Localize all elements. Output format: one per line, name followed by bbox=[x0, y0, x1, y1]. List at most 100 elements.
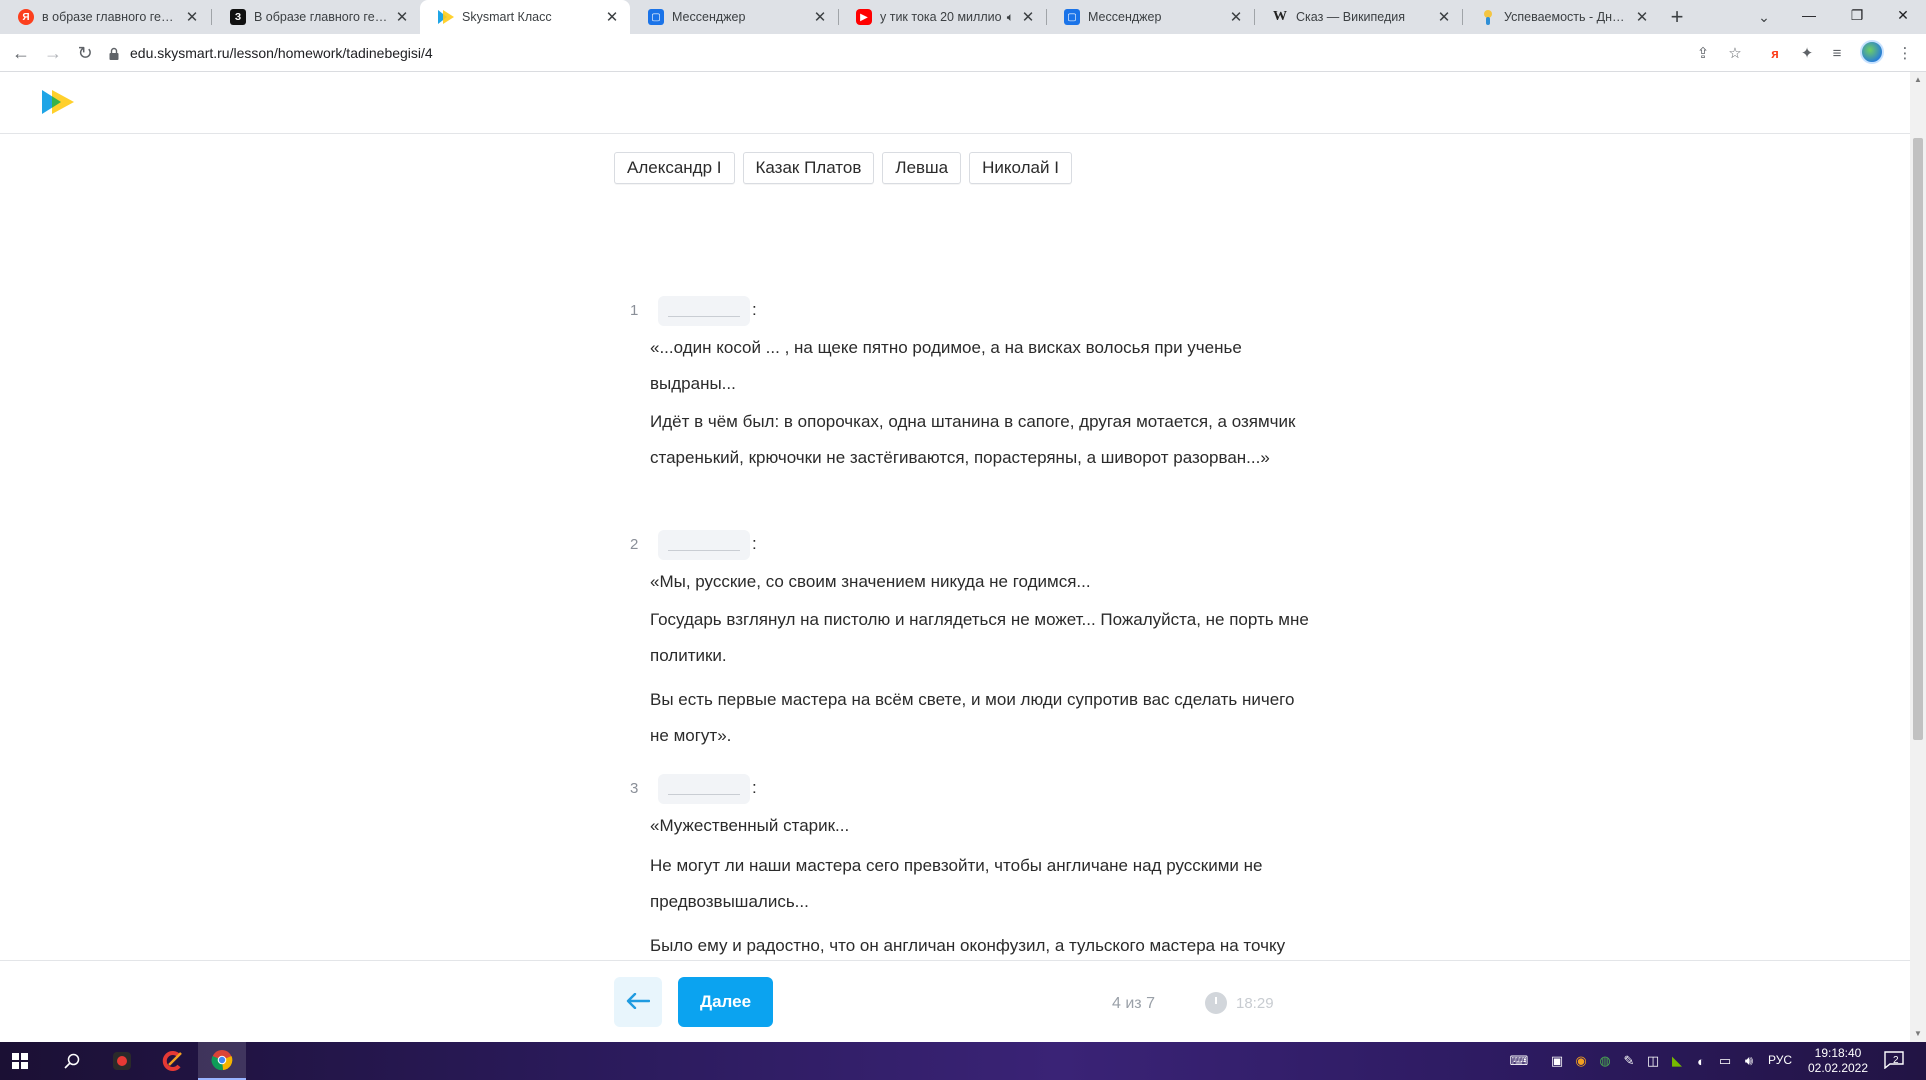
skysmart-icon bbox=[438, 9, 454, 25]
recorder-app-icon[interactable] bbox=[98, 1042, 146, 1080]
reload-icon[interactable]: ↻ bbox=[72, 41, 98, 65]
speaker-icon[interactable]: 🔈︎ bbox=[1007, 10, 1014, 25]
quote-paragraph: Идёт в чём был: в опорочках, одна штанин… bbox=[650, 412, 1296, 467]
restore-button[interactable]: ❐ bbox=[1834, 0, 1880, 30]
question-colon: : bbox=[752, 534, 757, 553]
extensions-icon[interactable]: ✦ bbox=[1796, 43, 1818, 63]
quote-paragraph: «Мужественный старик... bbox=[650, 816, 850, 835]
notification-icon[interactable]: 2 bbox=[1884, 1051, 1908, 1071]
browser-tab-strip: Я в образе главного героя ✕ З В образе г… bbox=[0, 0, 1926, 34]
browser-tab[interactable]: ▶ у тик тока 20 миллио 🔈︎ ✕ bbox=[838, 0, 1046, 34]
star-icon[interactable]: ☆ bbox=[1724, 43, 1746, 63]
browser-tab[interactable]: W Сказ — Википедия ✕ bbox=[1254, 0, 1462, 34]
minimize-button[interactable]: — bbox=[1786, 0, 1832, 30]
chrome-tray-icon[interactable]: ◍ bbox=[1596, 1052, 1614, 1070]
reading-list-icon[interactable]: ≡ bbox=[1826, 43, 1848, 63]
page-scrollbar[interactable]: ▲ ▼ bbox=[1910, 72, 1926, 1042]
question-colon: : bbox=[752, 300, 757, 319]
tray-app-icon[interactable]: ▣ bbox=[1548, 1052, 1566, 1070]
address-bar[interactable]: edu.skysmart.ru/lesson/homework/tadinebe… bbox=[108, 39, 1748, 67]
tab-title: Skysmart Класс bbox=[462, 10, 552, 24]
quote-paragraph: Государь взглянул на пистолю и наглядеть… bbox=[650, 610, 1309, 665]
scroll-down-icon[interactable]: ▼ bbox=[1914, 1030, 1922, 1038]
answer-drop-slot[interactable] bbox=[658, 774, 750, 804]
close-icon[interactable]: ✕ bbox=[1436, 9, 1452, 26]
close-icon[interactable]: ✕ bbox=[1020, 9, 1036, 26]
avast-icon[interactable]: ◉ bbox=[1572, 1052, 1590, 1070]
browser-tab-active[interactable]: Skysmart Класс ✕ bbox=[420, 0, 630, 34]
previous-button[interactable] bbox=[614, 977, 662, 1027]
diary-icon bbox=[1480, 9, 1496, 25]
question-number: 2 bbox=[630, 536, 639, 553]
url-text: edu.skysmart.ru/lesson/homework/tadinebe… bbox=[130, 45, 433, 61]
browser-tab[interactable]: З В образе главного героя ✕ bbox=[212, 0, 420, 34]
word-chip[interactable]: Александр I bbox=[614, 152, 735, 184]
close-window-button[interactable]: ✕ bbox=[1880, 0, 1926, 30]
close-icon[interactable]: ✕ bbox=[1634, 9, 1650, 26]
z-icon: З bbox=[230, 9, 246, 25]
word-chip[interactable]: Николай I bbox=[969, 152, 1072, 184]
ccleaner-app-icon[interactable] bbox=[148, 1042, 196, 1080]
new-tab-button[interactable]: + bbox=[1664, 4, 1690, 29]
tray-box-icon[interactable]: ◫ bbox=[1644, 1052, 1662, 1070]
keyboard-icon[interactable]: ⌨ bbox=[1510, 1052, 1529, 1070]
tab-title: Мессенджер bbox=[672, 10, 746, 24]
profile-avatar[interactable] bbox=[1860, 40, 1884, 64]
timer-text: 18:29 bbox=[1236, 995, 1274, 1012]
browser-tab[interactable]: Я в образе главного героя ✕ bbox=[0, 0, 210, 34]
tab-title: в образе главного героя bbox=[42, 10, 178, 24]
quote-paragraph: «...один косой ... , на щеке пятно родим… bbox=[650, 338, 1242, 393]
nvidia-icon[interactable]: ◣ bbox=[1668, 1052, 1686, 1070]
next-button[interactable]: Далее bbox=[678, 977, 773, 1027]
browser-tab[interactable]: ▢ Мессенджер ✕ bbox=[630, 0, 838, 34]
wikipedia-icon: W bbox=[1273, 9, 1287, 24]
tab-title: Успеваемость - Дневник bbox=[1504, 10, 1628, 24]
close-icon[interactable]: ✕ bbox=[1228, 9, 1244, 26]
word-chip[interactable]: Левша bbox=[882, 152, 962, 184]
tab-title: у тик тока 20 миллио bbox=[880, 10, 1002, 24]
scroll-up-icon[interactable]: ▲ bbox=[1914, 76, 1922, 84]
tab-title: Сказ — Википедия bbox=[1296, 10, 1406, 24]
chrome-app-icon[interactable] bbox=[198, 1042, 246, 1080]
menu-dots-icon[interactable]: ⋮ bbox=[1894, 43, 1916, 63]
word-bank: Александр I Казак Платов Левша Николай I bbox=[614, 152, 1072, 184]
yandex-extension-icon[interactable]: я bbox=[1764, 43, 1786, 63]
scroll-thumb[interactable] bbox=[1913, 138, 1923, 740]
clock-date: 02.02.2022 bbox=[1807, 1061, 1869, 1075]
tab-search-icon[interactable]: ⌄ bbox=[1752, 6, 1776, 28]
answer-drop-slot[interactable] bbox=[658, 296, 750, 326]
close-icon[interactable]: ✕ bbox=[394, 9, 410, 26]
site-header bbox=[0, 72, 1910, 134]
forward-arrow-icon[interactable]: → bbox=[40, 41, 66, 65]
network-icon[interactable]: ▭ bbox=[1716, 1052, 1734, 1070]
browser-tab[interactable]: Успеваемость - Дневник ✕ bbox=[1462, 0, 1660, 34]
youtube-icon: ▶ bbox=[856, 9, 872, 25]
close-icon[interactable]: ✕ bbox=[184, 9, 200, 26]
arrow-left-icon bbox=[626, 988, 651, 1016]
word-chip[interactable]: Казак Платов bbox=[742, 152, 875, 184]
tab-title: Мессенджер bbox=[1088, 10, 1162, 24]
search-icon[interactable] bbox=[48, 1042, 96, 1080]
browser-tab[interactable]: ▢ Мессенджер ✕ bbox=[1046, 0, 1254, 34]
messenger-icon: ▢ bbox=[648, 9, 664, 25]
question-colon: : bbox=[752, 778, 757, 797]
yandex-icon: Я bbox=[18, 9, 34, 25]
share-icon[interactable]: ⇪ bbox=[1692, 43, 1714, 63]
close-icon[interactable]: ✕ bbox=[604, 9, 620, 26]
clock-time: 19:18:40 bbox=[1814, 1046, 1862, 1060]
system-clock[interactable]: 19:18:40 02.02.2022 bbox=[1806, 1046, 1870, 1076]
windows-start-icon[interactable] bbox=[12, 1053, 28, 1069]
meet-icon[interactable]: ◐ bbox=[1692, 1052, 1710, 1070]
close-icon[interactable]: ✕ bbox=[812, 9, 828, 26]
clock-icon bbox=[1205, 992, 1227, 1014]
language-indicator[interactable]: РУС bbox=[1768, 1053, 1792, 1067]
lock-icon[interactable] bbox=[108, 46, 120, 60]
answer-drop-slot[interactable] bbox=[658, 530, 750, 560]
pen-icon[interactable]: ✎ bbox=[1620, 1052, 1638, 1070]
question-number: 1 bbox=[630, 302, 639, 319]
quote-paragraph: Вы есть первые мастера на всём свете, и … bbox=[650, 690, 1295, 745]
back-arrow-icon[interactable]: ← bbox=[8, 41, 34, 65]
volume-icon[interactable]: 🔊︎ bbox=[1740, 1052, 1758, 1070]
messenger-icon: ▢ bbox=[1064, 9, 1080, 25]
skysmart-logo-icon[interactable] bbox=[42, 90, 76, 119]
